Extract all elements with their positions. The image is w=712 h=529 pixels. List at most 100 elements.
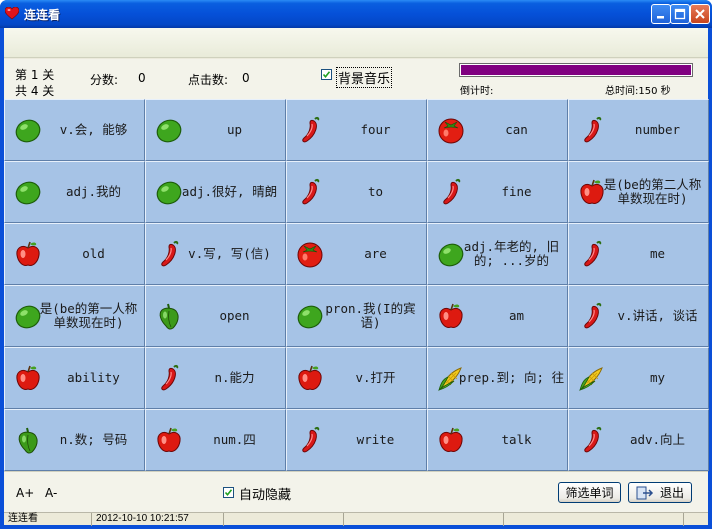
board-tile[interactable]: adj.我的 xyxy=(4,161,145,223)
board-tile[interactable]: number xyxy=(568,99,709,161)
board-tile[interactable]: num.四 xyxy=(145,409,286,471)
autohide-checkbox[interactable] xyxy=(223,487,234,498)
board-tile[interactable]: ability xyxy=(4,347,145,409)
status-empty-1 xyxy=(224,513,344,526)
board-tile[interactable]: open xyxy=(145,285,286,347)
status-bar: 连连看 2012-10-10 10:21:57 xyxy=(4,512,708,526)
title-bar[interactable]: 连连看 xyxy=(0,0,712,28)
game-board: v.会, 能够 up four can number adj.我的 adj.很好, 晴朗 to… xyxy=(4,99,709,471)
tile-word: number xyxy=(634,122,681,137)
apple-icon xyxy=(13,239,43,269)
minimize-icon xyxy=(657,16,664,19)
apple-icon xyxy=(295,363,325,393)
score-label: 分数: xyxy=(90,73,119,87)
board-tile[interactable]: four xyxy=(286,99,427,161)
board-tile[interactable]: can xyxy=(427,99,568,161)
board-tile[interactable]: adj.年老的, 旧的; ...岁的 xyxy=(427,223,568,285)
board-tile[interactable]: fine xyxy=(427,161,568,223)
board-tile[interactable]: my xyxy=(568,347,709,409)
tile-word: pron.我(I的宾语) xyxy=(325,301,416,330)
tile-word: adj.我的 xyxy=(65,184,122,199)
lime-icon xyxy=(13,177,43,207)
tile-word: me xyxy=(649,246,666,261)
chili-icon xyxy=(577,425,607,455)
chili-icon xyxy=(577,115,607,145)
score-value: 0 xyxy=(138,71,146,85)
filter-words-button[interactable]: 筛选单词 xyxy=(558,482,621,503)
close-button[interactable] xyxy=(690,4,710,24)
tile-word: adv.向上 xyxy=(629,432,686,447)
board-tile[interactable]: prep.到; 向; 往 xyxy=(427,347,568,409)
board-tile[interactable]: pron.我(I的宾语) xyxy=(286,285,427,347)
tile-word: open xyxy=(219,308,250,323)
status-app-name: 连连看 xyxy=(4,513,92,526)
tile-word: can xyxy=(505,122,528,137)
font-decrease-button[interactable]: A- xyxy=(45,486,57,500)
tile-word: ability xyxy=(67,370,120,385)
apple-icon xyxy=(436,301,466,331)
tile-word: v.讲话, 谈话 xyxy=(617,308,698,323)
board-tile[interactable]: talk xyxy=(427,409,568,471)
minimize-button[interactable] xyxy=(651,4,671,24)
check-icon xyxy=(322,71,331,79)
tile-word: talk xyxy=(501,432,532,447)
board-tile[interactable]: v.会, 能够 xyxy=(4,99,145,161)
board-tile[interactable]: 是(be的第一人称单数现在时) xyxy=(4,285,145,347)
board-tile[interactable]: me xyxy=(568,223,709,285)
tile-word: 是(be的第一人称单数现在时) xyxy=(39,301,138,330)
board-tile[interactable]: n.数; 号码 xyxy=(4,409,145,471)
tile-word: num.四 xyxy=(213,432,256,447)
total-time-label: 总时间:150 秒 xyxy=(605,86,671,97)
countdown-label: 倒计时: xyxy=(460,86,494,97)
music-label[interactable]: 背景音乐 xyxy=(336,67,393,88)
board-tile[interactable]: old xyxy=(4,223,145,285)
client-area: 第 1 关 共 4 关 分数: 0 点击数: 0 背景音乐 倒计时: 总时间:1… xyxy=(4,28,709,526)
board-tile[interactable]: 是(be的第二人称单数现在时) xyxy=(568,161,709,223)
tile-word: are xyxy=(364,246,387,261)
clicks-label: 点击数: xyxy=(188,73,229,87)
board-tile[interactable]: v.写, 写(信) xyxy=(145,223,286,285)
total-levels-label: 共 4 关 xyxy=(15,84,55,98)
tile-word: write xyxy=(356,432,395,447)
board-tile[interactable]: write xyxy=(286,409,427,471)
bottom-bar: A+ A- 自动隐藏 筛选单词 退出 xyxy=(4,471,708,512)
tile-word: up xyxy=(226,122,243,137)
status-datetime: 2012-10-10 10:21:57 xyxy=(92,513,224,526)
tile-word: v.会, 能够 xyxy=(59,122,128,137)
music-checkbox[interactable] xyxy=(321,69,332,80)
maximize-button[interactable] xyxy=(670,4,690,24)
level-label: 第 1 关 xyxy=(15,68,55,82)
board-tile[interactable]: v.打开 xyxy=(286,347,427,409)
lime-icon xyxy=(154,115,184,145)
window-title: 连连看 xyxy=(24,8,61,22)
app-window: 连连看 第 1 关 共 4 关 分数: 0 点击数: 0 背景音乐 倒计时: 总… xyxy=(0,0,712,529)
exit-label: 退出 xyxy=(659,486,684,500)
exit-button[interactable]: 退出 xyxy=(628,482,692,503)
board-tile[interactable]: are xyxy=(286,223,427,285)
board-tile[interactable]: am xyxy=(427,285,568,347)
filter-words-label: 筛选单词 xyxy=(565,486,614,500)
pepper-icon xyxy=(13,425,43,455)
status-empty-2 xyxy=(344,513,504,526)
font-increase-button[interactable]: A+ xyxy=(16,486,34,500)
countdown-progress xyxy=(459,63,693,77)
heart-icon xyxy=(5,7,19,20)
board-tile[interactable]: v.讲话, 谈话 xyxy=(568,285,709,347)
tile-word: am xyxy=(508,308,525,323)
board-tile[interactable]: to xyxy=(286,161,427,223)
tile-word: n.能力 xyxy=(214,370,255,385)
board-tile[interactable]: n.能力 xyxy=(145,347,286,409)
lime-icon xyxy=(13,115,43,145)
chili-icon xyxy=(154,363,184,393)
apple-icon xyxy=(436,425,466,455)
chili-icon xyxy=(295,115,325,145)
board-tile[interactable]: adj.很好, 晴朗 xyxy=(145,161,286,223)
chili-icon xyxy=(436,177,466,207)
board-tile[interactable]: up xyxy=(145,99,286,161)
board-tile[interactable]: adv.向上 xyxy=(568,409,709,471)
pepper-icon xyxy=(154,301,184,331)
tile-word: four xyxy=(360,122,391,137)
tile-word: prep.到; 向; 往 xyxy=(458,370,565,385)
exit-icon xyxy=(636,486,654,499)
apple-icon xyxy=(154,425,184,455)
